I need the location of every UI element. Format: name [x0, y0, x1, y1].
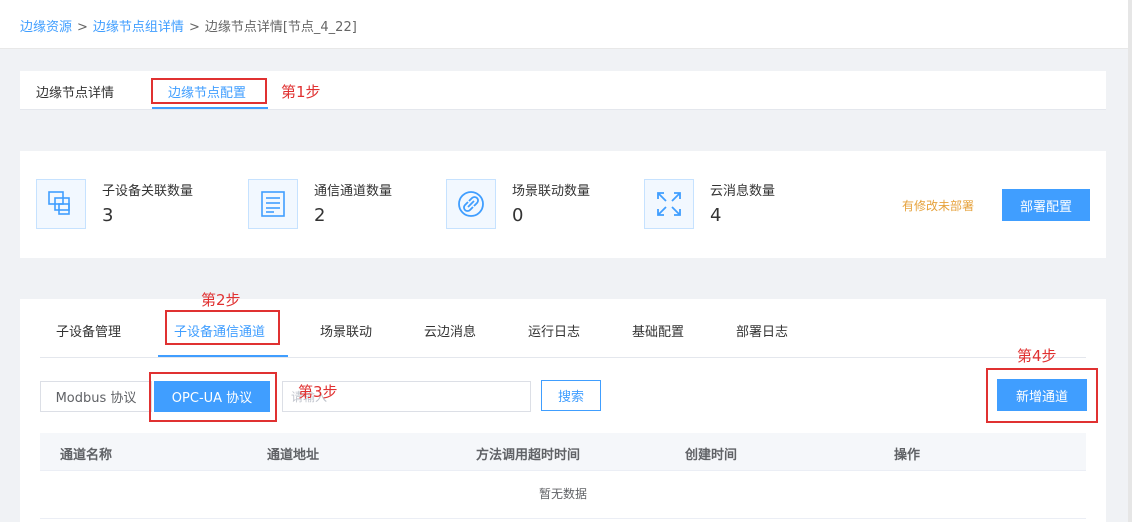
config-tabs: 子设备管理 子设备通信通道 场景联动 云边消息 运行日志 基础配置 部署日志 [40, 299, 1086, 358]
tab-node-config[interactable]: 边缘节点配置 [168, 82, 246, 101]
stat-value: 0 [512, 205, 524, 226]
breadcrumb-current: 边缘节点详情[节点_4_22] [204, 20, 357, 35]
active-tab-indicator [152, 107, 268, 109]
tab-cloud-edge-messages[interactable]: 云边消息 [424, 321, 476, 340]
stats-card: 子设备关联数量 3 通信通道数量 2 场景联动数量 0 云消息数量 4 有修改未… [20, 151, 1106, 258]
breadcrumb: 边缘资源 > 边缘节点组详情 > 边缘节点详情[节点_4_22] [20, 16, 357, 35]
tab-run-logs[interactable]: 运行日志 [528, 321, 580, 340]
breadcrumb-separator: > [188, 20, 200, 35]
deploy-config-button[interactable]: 部署配置 [1002, 189, 1090, 221]
table-header: 通道名称 通道地址 方法调用超时时间 创建时间 操作 [40, 433, 1086, 471]
breadcrumb-node-group-detail[interactable]: 边缘节点组详情 [93, 20, 184, 35]
column-channel-address: 通道地址 [267, 448, 320, 463]
stat-value: 2 [314, 205, 326, 226]
config-panel: 子设备管理 子设备通信通道 场景联动 云边消息 运行日志 基础配置 部署日志 M… [20, 299, 1106, 522]
arrows-icon [644, 179, 694, 229]
undeployed-changes-notice: 有修改未部署 [902, 199, 975, 213]
page-scrollbar[interactable] [1128, 0, 1132, 522]
tab-subdevice-channels[interactable]: 子设备通信通道 [174, 321, 265, 340]
stat-label: 场景联动数量 [512, 184, 591, 199]
modbus-protocol-button[interactable]: Modbus 协议 [40, 381, 152, 412]
stat-value: 3 [102, 205, 114, 226]
column-channel-name: 通道名称 [60, 448, 113, 463]
stat-value: 4 [710, 205, 722, 226]
table-empty-state: 暂无数据 [40, 471, 1086, 519]
search-button[interactable]: 搜索 [541, 380, 601, 411]
step1-label: 第1步 [281, 83, 321, 101]
devices-icon [36, 179, 86, 229]
breadcrumb-separator: > [77, 20, 88, 35]
tab-deploy-logs[interactable]: 部署日志 [736, 321, 788, 340]
add-channel-button[interactable]: 新增通道 [997, 379, 1087, 411]
tab-subdevice-management[interactable]: 子设备管理 [56, 321, 121, 340]
stat-label: 子设备关联数量 [102, 184, 194, 199]
link-icon [446, 179, 496, 229]
stat-label: 通信通道数量 [314, 184, 393, 199]
page-header: 边缘资源 > 边缘节点组详情 > 边缘节点详情[节点_4_22] [0, 0, 1132, 49]
tab-node-detail[interactable]: 边缘节点详情 [36, 82, 114, 101]
stat-label: 云消息数量 [710, 184, 776, 199]
step2-label: 第2步 [201, 291, 241, 309]
opcua-protocol-button[interactable]: OPC-UA 协议 [154, 381, 270, 412]
tab-scene-linkage[interactable]: 场景联动 [320, 321, 372, 340]
list-icon [248, 179, 298, 229]
node-tabs: 边缘节点详情 边缘节点配置 [20, 71, 1106, 110]
step4-label: 第4步 [1017, 347, 1057, 365]
tab-basic-config[interactable]: 基础配置 [632, 321, 684, 340]
column-created-time: 创建时间 [685, 448, 738, 463]
active-tab-indicator [158, 355, 288, 357]
column-method-timeout: 方法调用超时时间 [476, 448, 581, 463]
breadcrumb-edge-resources[interactable]: 边缘资源 [20, 20, 72, 35]
step3-label: 第3步 [298, 383, 338, 401]
column-actions: 操作 [894, 448, 921, 463]
